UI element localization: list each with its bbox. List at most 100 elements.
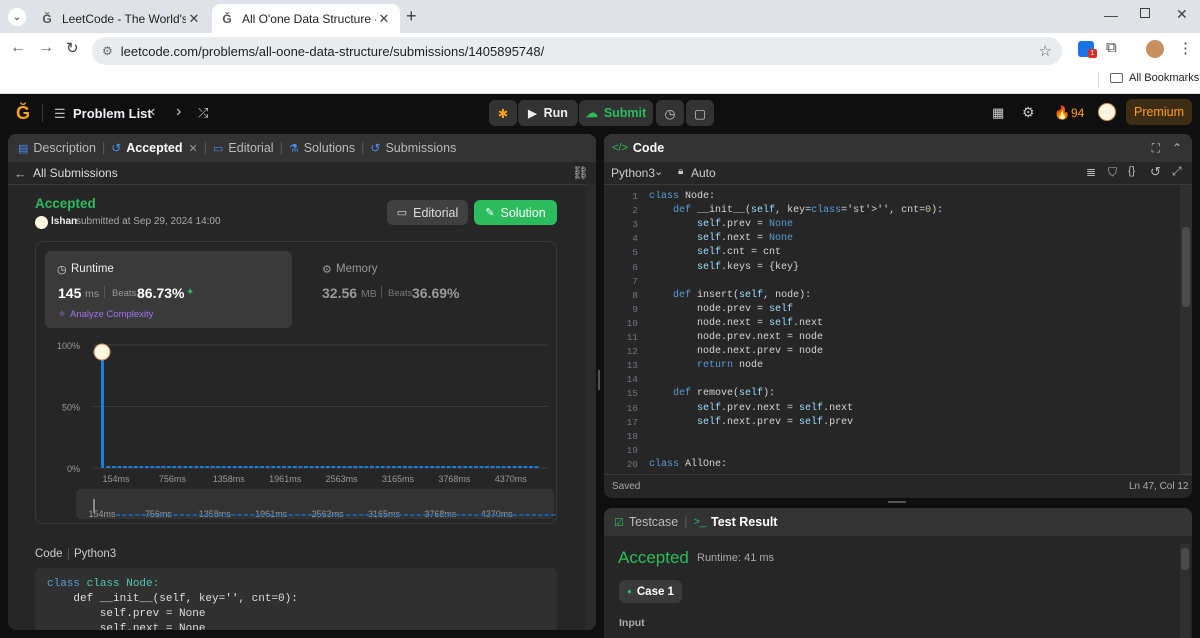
chart-bar: [479, 466, 484, 468]
accepted-status: Accepted: [35, 196, 96, 211]
close-tab-icon[interactable]: ✕: [189, 142, 198, 155]
range-mini-bar: [224, 514, 229, 516]
all-submissions-link[interactable]: All Submissions: [33, 166, 118, 180]
browser-tab-leetcode[interactable]: Ğ LeetCode - The World's Leading ✕: [32, 4, 210, 33]
x-tick-label: 2563ms: [326, 474, 359, 484]
browser-tab-active[interactable]: Ğ All O'one Data Structure - LeetC ✕: [212, 4, 400, 33]
chart-bar: [391, 466, 396, 468]
close-tab-icon[interactable]: ✕: [376, 11, 392, 27]
chart-bar: [106, 466, 111, 468]
range-mini-bar: [244, 514, 248, 516]
code-editor[interactable]: 1 class Node: 2 def __init__(self, key=cla…: [604, 191, 1176, 467]
language-select[interactable]: Python3: [611, 166, 655, 180]
line-number: 14: [626, 374, 638, 386]
site-settings-icon[interactable]: ⚙: [102, 44, 113, 58]
minimize-icon[interactable]: —: [1104, 7, 1118, 23]
reload-icon[interactable]: ↻: [66, 39, 79, 57]
forward-icon[interactable]: →: [38, 39, 54, 57]
next-problem-icon[interactable]: ›: [176, 103, 181, 121]
chip-icon: ⚙: [322, 264, 332, 276]
browser-menu-icon[interactable]: ⋮: [1178, 39, 1193, 57]
case-1-tab[interactable]: ● Case 1: [619, 580, 682, 603]
left-scrollbar[interactable]: [586, 184, 596, 630]
editorial-button[interactable]: ▭ Editorial: [387, 200, 468, 225]
tab-editorial[interactable]: Editorial: [228, 141, 273, 155]
auto-mode[interactable]: Auto: [691, 166, 716, 180]
share-link-icon[interactable]: ⛓: [572, 165, 589, 181]
divider: [604, 184, 1192, 185]
scrollbar-thumb[interactable]: [1181, 548, 1189, 570]
profile-avatar[interactable]: [1146, 40, 1164, 58]
braces-icon[interactable]: {}: [1128, 165, 1135, 177]
result-panel: ☑ Testcase | >_ Test Result Accepted Run…: [604, 508, 1192, 638]
scrollbar-thumb[interactable]: [1182, 227, 1190, 307]
notes-icon[interactable]: ▢: [686, 100, 714, 126]
settings-gear-icon[interactable]: ⚙: [1022, 104, 1035, 121]
range-mini-bar: [128, 514, 133, 516]
submit-button[interactable]: ☁ Submit: [579, 100, 653, 126]
back-arrow-icon[interactable]: ←: [14, 166, 27, 181]
tab-search-icon[interactable]: ⌄: [8, 8, 26, 26]
expand-icon[interactable]: ⤢: [1172, 164, 1182, 179]
range-mini-bar: [288, 514, 293, 516]
chart-bar: [254, 466, 259, 468]
chart-bar: [276, 466, 281, 468]
fullscreen-icon[interactable]: ⛶: [1152, 141, 1160, 156]
editor-scrollbar[interactable]: [1180, 185, 1192, 475]
chevron-down-icon[interactable]: ⌄: [654, 165, 663, 178]
tab-test-result[interactable]: Test Result: [711, 515, 777, 529]
format-icon[interactable]: ≣: [1086, 165, 1096, 179]
streak-fire-icon[interactable]: 🔥: [1054, 105, 1070, 121]
new-tab-icon[interactable]: +: [406, 6, 417, 27]
shuffle-icon[interactable]: ⤮: [198, 105, 208, 121]
tab-accepted[interactable]: Accepted: [126, 141, 182, 155]
panel-resize-handle[interactable]: [598, 370, 600, 390]
runtime-beats: 86.73%: [137, 285, 185, 301]
runtime-distribution-chart[interactable]: 100% 50% 0% 154ms 756ms 1358ms 1961ms 2563ms 316…: [36, 337, 556, 522]
chart-bar: [232, 466, 237, 468]
memory-card[interactable]: ⚙ Memory 32.56 MB Beats 36.69%: [311, 251, 551, 328]
panel-resize-handle[interactable]: [888, 501, 906, 503]
tab-description[interactable]: Description: [33, 141, 96, 155]
range-mini-bar: [250, 514, 255, 516]
tab-solutions[interactable]: Solutions: [304, 141, 355, 155]
user-avatar[interactable]: [1098, 103, 1116, 121]
prev-problem-icon[interactable]: ‹: [150, 103, 155, 121]
all-bookmarks-link[interactable]: All Bookmarks: [1129, 72, 1199, 84]
collapse-icon[interactable]: ⌃: [1172, 141, 1182, 155]
problem-list-link[interactable]: Problem List: [73, 106, 152, 121]
range-mini-bar: [199, 514, 204, 516]
bookmark-star-icon[interactable]: ☆: [1039, 42, 1052, 60]
solution-button[interactable]: ✎ Solution: [474, 200, 557, 225]
debug-icon[interactable]: ✱: [489, 100, 517, 126]
bookmark-icon[interactable]: ⛉: [1108, 165, 1117, 180]
close-window-icon[interactable]: ✕: [1176, 6, 1188, 23]
address-bar[interactable]: ⚙ leetcode.com/problems/all-oone-data-st…: [92, 37, 1062, 65]
line-number: 9: [632, 303, 638, 315]
tab-testcase[interactable]: Testcase: [629, 515, 678, 529]
result-scrollbar[interactable]: [1180, 544, 1190, 638]
runtime-card[interactable]: ◷ Runtime 145 ms Beats 86.73% ✦ ✧ Analyz…: [45, 251, 292, 328]
chart-bar: [331, 466, 336, 468]
restore-icon[interactable]: [1140, 8, 1150, 18]
timer-icon[interactable]: ◷: [656, 100, 684, 126]
chart-bar: [150, 466, 155, 468]
code-line: class class Node:: [47, 578, 160, 590]
leetcode-logo-icon[interactable]: Ğ: [16, 103, 30, 124]
chart-bar: [144, 466, 149, 468]
x-tick-label: 3165ms: [382, 474, 415, 484]
memory-value: 32.56: [322, 285, 358, 301]
range-mini-bar: [263, 514, 268, 516]
line-number: 11: [626, 332, 638, 343]
layout-grid-icon[interactable]: ▦: [992, 105, 1004, 121]
username[interactable]: lshan: [51, 216, 77, 227]
premium-button[interactable]: Premium: [1126, 99, 1192, 125]
tab-submissions[interactable]: Submissions: [385, 141, 456, 155]
chart-bar: [402, 466, 407, 468]
back-icon[interactable]: ←: [10, 39, 26, 57]
extensions-puzzle-icon[interactable]: ⧉: [1106, 39, 1117, 56]
analyze-complexity-link[interactable]: Analyze Complexity: [70, 309, 153, 320]
close-tab-icon[interactable]: ✕: [186, 11, 202, 27]
reset-icon[interactable]: ↺: [1150, 164, 1161, 180]
run-button[interactable]: ▶ Run: [518, 100, 578, 126]
